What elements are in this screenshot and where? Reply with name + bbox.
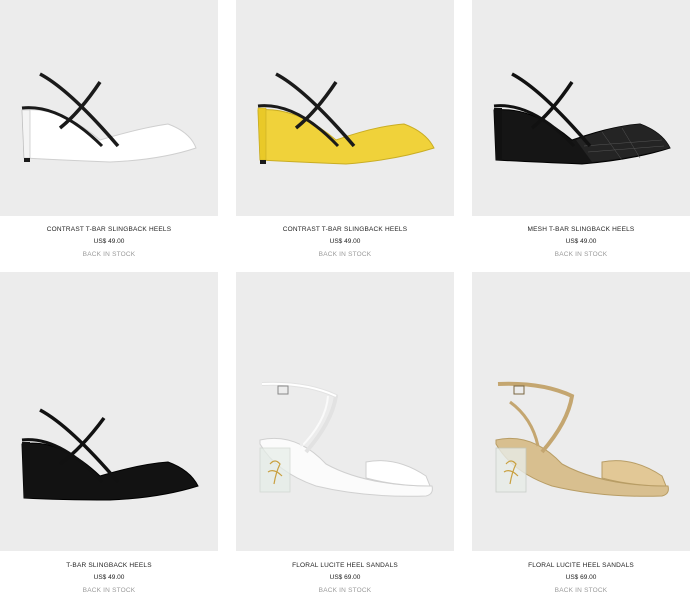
product-image[interactable] <box>0 272 218 551</box>
product-name[interactable]: CONTRAST T-BAR SLINGBACK HEELS <box>236 226 454 233</box>
product-image[interactable] <box>472 272 690 551</box>
product-name[interactable]: CONTRAST T-BAR SLINGBACK HEELS <box>0 226 218 233</box>
product-image[interactable] <box>472 0 690 216</box>
stock-status[interactable]: BACK IN STOCK <box>0 587 218 594</box>
black-mesh-slingback-heel-image <box>493 72 671 165</box>
white-lucite-heel-sandal-image <box>259 381 433 497</box>
product-name[interactable]: MESH T-BAR SLINGBACK HEELS <box>472 226 690 233</box>
stock-status[interactable]: BACK IN STOCK <box>236 251 454 258</box>
stock-status[interactable]: BACK IN STOCK <box>472 587 690 594</box>
stock-status[interactable]: BACK IN STOCK <box>236 587 454 594</box>
product-price: US$ 49.00 <box>565 238 597 245</box>
product-price: US$ 69.00 <box>329 574 361 581</box>
product-grid: CONTRAST T-BAR SLINGBACK HEELS US$ 49.00… <box>0 0 700 599</box>
product-name[interactable]: FLORAL LUCITE HEEL SANDALS <box>236 562 454 569</box>
product-image[interactable] <box>236 272 454 551</box>
yellow-slingback-heel-image <box>257 72 435 165</box>
white-slingback-heel-image <box>21 72 197 163</box>
product-price: US$ 69.00 <box>565 574 597 581</box>
black-slingback-heel-image <box>21 408 199 501</box>
gold-lucite-heel-sandal-image <box>495 381 669 497</box>
product-image[interactable] <box>236 0 454 216</box>
product-name[interactable]: T-BAR SLINGBACK HEELS <box>0 562 218 569</box>
product-image[interactable] <box>0 0 218 216</box>
product-price: US$ 49.00 <box>329 238 361 245</box>
product-name[interactable]: FLORAL LUCITE HEEL SANDALS <box>472 562 690 569</box>
stock-status[interactable]: BACK IN STOCK <box>0 251 218 258</box>
stock-status[interactable]: BACK IN STOCK <box>472 251 690 258</box>
product-price: US$ 49.00 <box>93 574 125 581</box>
product-price: US$ 49.00 <box>93 238 125 245</box>
